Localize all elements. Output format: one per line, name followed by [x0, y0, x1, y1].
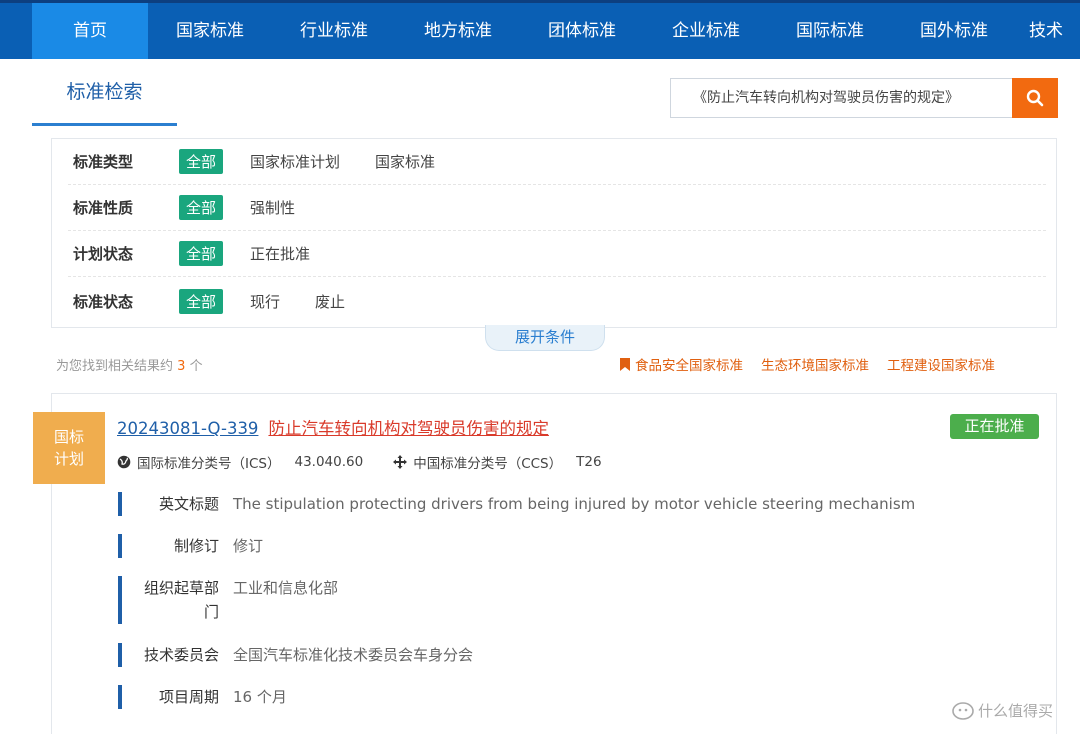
- result-title[interactable]: 防止汽车转向机构对驾驶员伤害的规定: [268, 419, 549, 438]
- bookmark-icon: [620, 357, 630, 371]
- filter-all-chip[interactable]: 全部: [179, 195, 224, 220]
- ics-label: 国际标准分类号（ICS）: [137, 456, 281, 472]
- detail-bar: [118, 534, 122, 558]
- nav-item-technical[interactable]: 技术: [1016, 3, 1076, 59]
- top-nav: 首页 国家标准 行业标准 地方标准 团体标准 企业标准 国际标准 国外标准 技术: [0, 0, 1080, 59]
- filter-label: 标准性质: [73, 199, 134, 217]
- ccs-label: 中国标准分类号（CCS）: [413, 456, 563, 472]
- filter-row-standard-status: 标准状态 全部 现行 废止: [68, 278, 1046, 324]
- filter-option[interactable]: 现行: [250, 291, 280, 312]
- plan-badge-line: 国标: [53, 428, 84, 446]
- result-count-number: 3: [177, 359, 186, 374]
- expand-conditions-button[interactable]: 展开条件: [485, 325, 605, 351]
- filter-label: 标准状态: [73, 292, 134, 311]
- filter-row-plan-status: 计划状态 全部 正在批准: [68, 231, 1046, 277]
- result-count-prefix: 为您找到相关结果约: [56, 359, 174, 374]
- nav-item-international[interactable]: 国际标准: [768, 3, 892, 59]
- plan-badge-line: 计划: [53, 450, 84, 468]
- detail-bar: [118, 643, 122, 667]
- filter-all-chip[interactable]: 全部: [179, 149, 224, 174]
- detail-committee: 技术委员会 全国汽车标准化技术委员会车身分会: [118, 643, 473, 667]
- detail-value: 全国汽车标准化技术委员会车身分会: [233, 646, 474, 664]
- detail-value: 16 个月: [233, 688, 287, 706]
- nav-item-foreign[interactable]: 国外标准: [892, 3, 1016, 59]
- detail-bar: [118, 492, 122, 516]
- nav-item-enterprise[interactable]: 企业标准: [644, 3, 768, 59]
- watermark: 什么值得买: [952, 700, 1053, 721]
- move-icon: [393, 455, 408, 469]
- detail-value: The stipulation protecting drivers from …: [233, 495, 916, 513]
- watermark-text: 什么值得买: [978, 702, 1054, 720]
- filter-label: 计划状态: [73, 245, 134, 263]
- detail-label: 制修订: [173, 537, 219, 555]
- detail-revision: 制修订 修订: [118, 534, 263, 558]
- search-icon: [1026, 89, 1044, 107]
- detail-label: 项目周期: [158, 688, 219, 706]
- watermark-logo-icon: [952, 701, 974, 720]
- filter-label: 标准类型: [73, 153, 134, 171]
- quick-link-ecology[interactable]: 生态环境国家标准: [761, 354, 869, 374]
- globe-icon: [117, 455, 131, 469]
- ics-value: 43.040.60: [294, 454, 364, 470]
- plan-badge: 国标 计划: [33, 412, 105, 484]
- filter-panel: 标准类型 全部 国家标准计划 国家标准 标准性质 全部 强制性 计划状态 全部 …: [51, 138, 1057, 328]
- detail-bar: [118, 685, 122, 709]
- detail-label: 技术委员会: [143, 646, 219, 664]
- detail-label: 组织起草部门: [143, 579, 219, 621]
- filter-all-chip[interactable]: 全部: [179, 288, 224, 314]
- result-title-link[interactable]: 20243081-Q-339 防止汽车转向机构对驾驶员伤害的规定: [117, 415, 549, 439]
- filter-option[interactable]: 废止: [315, 291, 345, 312]
- result-count-suffix: 个: [189, 359, 203, 374]
- filter-option[interactable]: 国家标准计划: [250, 151, 340, 172]
- filter-row-type: 标准类型 全部 国家标准计划 国家标准: [68, 139, 1046, 185]
- nav-item-group[interactable]: 团体标准: [520, 3, 644, 59]
- search-button[interactable]: [1012, 78, 1058, 118]
- filter-option[interactable]: 国家标准: [375, 151, 435, 172]
- detail-cycle: 项目周期 16 个月: [118, 685, 287, 709]
- filter-option[interactable]: 正在批准: [250, 243, 310, 264]
- status-badge: 正在批准: [950, 414, 1039, 439]
- ics-group: 国际标准分类号（ICS） 43.040.60: [117, 452, 363, 472]
- nav-item-industry[interactable]: 行业标准: [272, 3, 396, 59]
- detail-bar: [118, 576, 122, 624]
- classification-row: 国际标准分类号（ICS） 43.040.60 中国标准分类号（CCS） T26: [117, 452, 632, 472]
- detail-english-title: 英文标题 The stipulation protecting drivers …: [118, 492, 915, 516]
- nav-item-national[interactable]: 国家标准: [148, 3, 272, 59]
- result-card: [51, 393, 1057, 734]
- filter-option[interactable]: 强制性: [250, 197, 295, 218]
- ccs-value: T26: [576, 454, 602, 470]
- detail-label: 英文标题: [158, 495, 219, 513]
- result-count: 为您找到相关结果约 3 个: [56, 355, 203, 374]
- detail-drafting-dept: 组织起草部门 工业和信息化部: [118, 576, 338, 624]
- filter-row-nature: 标准性质 全部 强制性: [68, 185, 1046, 231]
- search-input[interactable]: 《防止汽车转向机构对驾驶员伤害的规定》: [670, 78, 1012, 118]
- nav-item-home[interactable]: 首页: [32, 3, 148, 59]
- result-code[interactable]: 20243081-Q-339: [117, 419, 258, 438]
- quick-link-engineering[interactable]: 工程建设国家标准: [887, 354, 995, 374]
- quick-links: 食品安全国家标准 生态环境国家标准 工程建设国家标准: [620, 354, 1013, 374]
- filter-all-chip[interactable]: 全部: [179, 241, 224, 266]
- detail-value: 工业和信息化部: [233, 579, 339, 597]
- nav-item-local[interactable]: 地方标准: [396, 3, 520, 59]
- ccs-group: 中国标准分类号（CCS） T26: [393, 452, 602, 472]
- search-tab[interactable]: 标准检索: [32, 78, 177, 126]
- quick-link-food[interactable]: 食品安全国家标准: [635, 354, 743, 374]
- detail-value: 修订: [233, 537, 264, 555]
